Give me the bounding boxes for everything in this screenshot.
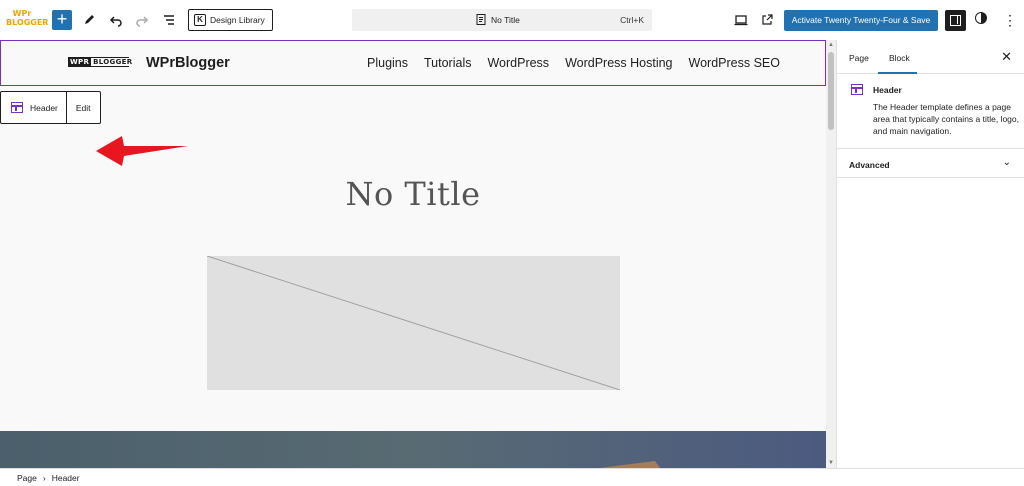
editor-canvas: WPR BLOGGER WPrBlogger Plugins Tutorials… [0,40,826,468]
cover-block[interactable] [0,431,826,468]
scrollbar-thumb[interactable] [828,52,834,130]
nav-item-tutorials[interactable]: Tutorials [424,56,471,70]
nav-item-wordpress[interactable]: WordPress [487,56,549,70]
site-icon-logo[interactable]: WPr BLOGGER [6,9,48,31]
scroll-down-arrow-icon[interactable]: ▼ [826,460,836,466]
advanced-panel-toggle[interactable]: Advanced ⌄ [837,148,1024,178]
nav-item-plugins[interactable]: Plugins [367,56,408,70]
template-part-icon [11,102,23,113]
template-part-icon [851,84,863,95]
block-card-title: Header [873,85,902,95]
post-title[interactable]: No Title [0,175,826,213]
breadcrumb-item-header[interactable]: Header [52,473,80,483]
design-library-button[interactable]: K Design Library [188,9,273,31]
scroll-up-arrow-icon[interactable]: ▲ [826,42,836,48]
block-toolbar: Header Edit [0,91,101,124]
desktop-preview-icon[interactable] [731,10,751,30]
block-type-label: Header [30,102,58,113]
undo-icon[interactable] [106,10,126,30]
block-type-button[interactable]: Header [1,92,67,123]
breadcrumb-item-page[interactable]: Page [17,473,37,483]
nav-item-wordpress-seo[interactable]: WordPress SEO [689,56,780,70]
settings-sidebar: Page Block ✕ Header The Header template … [836,40,1024,468]
featured-image-placeholder[interactable] [206,255,621,391]
chevron-down-icon: ⌄ [1002,157,1011,168]
breadcrumb-separator-icon: › [42,472,46,483]
design-library-label: Design Library [210,15,265,25]
navigation-menu: Plugins Tutorials WordPress WordPress Ho… [367,56,780,70]
site-title[interactable]: WPrBlogger [146,55,230,71]
settings-panel-toggle-icon[interactable] [945,10,966,31]
activate-save-button[interactable]: Activate Twenty Twenty-Four & Save [784,10,938,31]
redo-icon[interactable] [132,10,152,30]
command-palette-bar[interactable]: No Title Ctrl+K [352,9,652,31]
advanced-label: Advanced [849,160,890,170]
design-library-icon: K [194,14,206,26]
shortcut-hint: Ctrl+K [620,15,644,25]
document-overview-icon[interactable] [159,10,179,30]
top-toolbar: WPr BLOGGER + K Design Library No Title … [0,0,1024,40]
external-link-icon[interactable] [757,10,777,30]
pencil-icon[interactable] [79,10,99,30]
options-menu-icon[interactable]: ⋮ [1003,10,1017,30]
edit-template-button[interactable]: Edit [67,92,100,123]
add-block-button[interactable]: + [52,10,72,30]
site-logo[interactable]: WPR BLOGGER [68,57,132,67]
annotation-arrow [96,136,188,166]
breadcrumb: Page › Header [0,468,1024,486]
document-title: No Title [491,14,520,25]
nav-item-wordpress-hosting[interactable]: WordPress Hosting [565,56,672,70]
canvas-scrollbar[interactable]: ▲ ▼ [826,40,836,468]
block-card: Header The Header template defines a pag… [837,40,1024,148]
block-card-description: The Header template defines a page area … [873,102,1019,136]
styles-contrast-icon[interactable] [975,12,987,24]
document-icon [476,14,486,25]
header-template-block[interactable]: WPR BLOGGER WPrBlogger Plugins Tutorials… [0,40,826,86]
